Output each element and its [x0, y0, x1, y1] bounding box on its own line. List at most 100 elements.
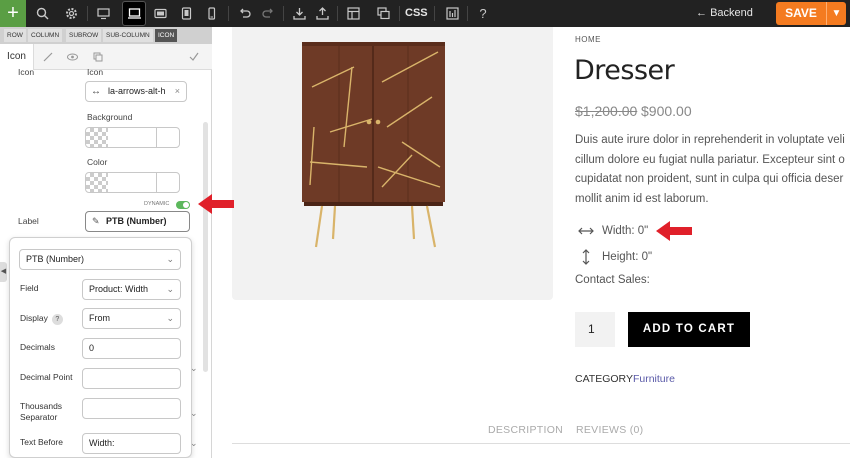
revisions-icon[interactable] [440, 0, 464, 27]
display-label: Display [20, 313, 48, 323]
product-title: Dresser [574, 55, 675, 86]
breadcrumb-row[interactable]: ROW [4, 29, 26, 42]
field-select[interactable]: Product: Width ⌄ [82, 279, 181, 300]
add-to-cart-button[interactable]: ADD TO CART [628, 312, 750, 347]
text-before-label: Text Before [20, 437, 63, 447]
tablet-portrait-icon[interactable] [174, 0, 198, 27]
product-category: CATEGORYFurniture [575, 373, 675, 385]
thousands-label-line1: Thousands [20, 401, 63, 411]
undo-icon[interactable] [232, 0, 256, 27]
field-label: Field [20, 283, 39, 293]
panel-scrollbar[interactable] [203, 122, 208, 372]
height-spec: Height: 0" [602, 251, 653, 263]
clear-icon[interactable]: × [175, 82, 180, 101]
source-select[interactable]: PTB (Number) ⌄ [19, 249, 181, 270]
add-element-button[interactable]: + [0, 0, 26, 27]
gear-icon[interactable] [59, 0, 83, 27]
label-field-label: Label [18, 216, 39, 226]
mobile-view-icon[interactable] [199, 0, 223, 27]
breadcrumb-subrow[interactable]: SUBROW [66, 29, 102, 42]
decimals-input[interactable]: 0 [82, 338, 181, 359]
backend-label: Backend [710, 7, 753, 19]
collapse-panel-handle[interactable]: ◀ [0, 262, 7, 282]
tablet-landscape-icon[interactable] [148, 0, 172, 27]
duplicate-icon[interactable] [371, 0, 395, 27]
chevron-down-icon: ⌄ [166, 284, 174, 294]
thousands-label-line2: Separator [20, 412, 58, 422]
checkmark-icon[interactable] [182, 44, 206, 70]
regular-price: $1,200.00 [575, 103, 638, 119]
description-line: cupidatat non proident, sunt in culpa qu… [575, 173, 844, 185]
tab-description[interactable]: DESCRIPTION [488, 424, 563, 436]
laptop-view-icon[interactable] [122, 1, 146, 26]
arrows-horizontal-icon: ↔ [91, 86, 101, 97]
field-value: Product: Width [89, 284, 149, 294]
redo-icon[interactable] [256, 0, 280, 27]
description-line: Duis aute irure dolor in reprehenderit i… [575, 134, 845, 146]
decimals-label: Decimals [20, 342, 55, 352]
breadcrumb-subcolumn[interactable]: SUB-COLUMN [103, 29, 153, 42]
background-label: Background [87, 112, 133, 122]
export-icon[interactable] [310, 0, 334, 27]
thousands-separator-label: Thousands Separator [20, 401, 62, 423]
description-line: cillum dolore eu fugiat nulla pariatur. … [575, 153, 845, 166]
pencil-icon: ✎ [92, 216, 100, 226]
label-value: PTB (Number) [106, 216, 167, 226]
thousands-separator-input[interactable] [82, 398, 181, 419]
chevron-down-icon: ⌄ [166, 313, 174, 323]
display-value: From [89, 313, 110, 323]
product-image[interactable] [232, 27, 553, 300]
dynamic-label-button[interactable]: ✎ PTB (Number) [85, 211, 190, 232]
search-icon[interactable] [30, 0, 54, 27]
arrow-left-icon: ← [696, 7, 707, 19]
chevron-down-icon[interactable]: ▼ [826, 2, 846, 25]
top-toolbar: + CSS ? ← Backend SAVE ▼ [0, 0, 850, 27]
tab-reviews[interactable]: REVIEWS (0) [576, 424, 643, 436]
product-description: Duis aute irure dolor in reprehenderit i… [575, 131, 850, 209]
icon-picker-input[interactable]: ↔ la-arrows-alt-h × [85, 81, 187, 102]
breadcrumb-icon[interactable]: ICON [155, 29, 178, 42]
dynamic-toggle[interactable] [176, 201, 190, 209]
icon-color-picker[interactable] [85, 172, 180, 193]
chevron-down-icon: ⌄ [166, 254, 174, 264]
arrows-horizontal-icon [578, 223, 594, 239]
import-icon[interactable] [287, 0, 311, 27]
display-label-wrapper: Display? [20, 313, 63, 325]
quantity-input[interactable]: 1 [575, 312, 615, 347]
icon-section-label: Icon [18, 67, 35, 77]
contact-sales: Contact Sales: [575, 274, 650, 286]
help-icon[interactable]: ? [51, 314, 63, 325]
save-label: SAVE [785, 6, 817, 20]
backend-link[interactable]: ← Backend [696, 0, 753, 27]
sale-price: $900.00 [641, 103, 692, 119]
decimal-point-input[interactable] [82, 368, 181, 389]
product-breadcrumb[interactable]: HOME [575, 35, 601, 44]
background-color-picker[interactable] [85, 127, 180, 148]
decimal-point-label: Decimal Point [20, 372, 73, 382]
color-label: Color [87, 157, 108, 167]
brush-icon[interactable] [36, 44, 60, 70]
annotation-arrow-left [656, 221, 692, 241]
category-link[interactable]: Furniture [633, 373, 675, 385]
desktop-view-icon[interactable] [91, 0, 115, 27]
dynamic-label: DYNAMIC [144, 201, 170, 207]
css-button[interactable]: CSS [405, 0, 428, 27]
eye-icon[interactable] [60, 44, 84, 70]
category-label: CATEGORY [575, 373, 633, 385]
tabs-divider [232, 443, 850, 444]
source-value: PTB (Number) [26, 254, 85, 264]
icon-field-label: Icon [87, 67, 104, 77]
text-before-input[interactable]: Width: [82, 433, 181, 454]
help-icon[interactable]: ? [471, 0, 495, 27]
description-line: mollit anim id est laborum. [575, 192, 709, 205]
transparent-swatch [86, 173, 108, 192]
display-select[interactable]: From ⌄ [82, 308, 181, 329]
layout-icon[interactable] [341, 0, 365, 27]
width-spec: Width: 0" [602, 225, 649, 237]
annotation-arrow-left [198, 194, 234, 214]
arrows-vertical-icon [578, 249, 594, 265]
icon-value: la-arrows-alt-h [108, 86, 166, 96]
save-button[interactable]: SAVE ▼ [776, 2, 846, 25]
breadcrumb-column[interactable]: COLUMN [28, 29, 63, 42]
transparent-swatch [86, 128, 108, 147]
